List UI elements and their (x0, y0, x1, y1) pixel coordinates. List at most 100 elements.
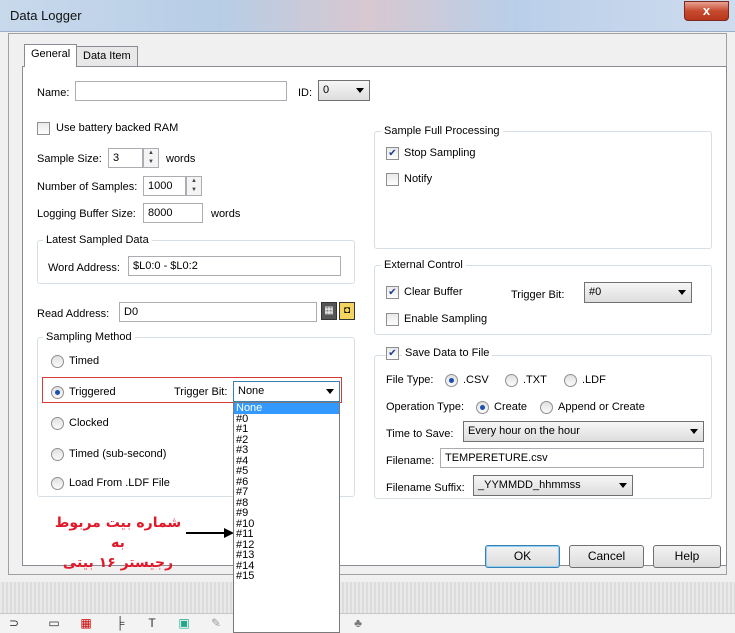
clear-buffer-label: Clear Buffer (404, 286, 463, 298)
trigger-bit-select[interactable]: None (233, 381, 340, 402)
csv-radio[interactable] (445, 374, 458, 387)
notify-checkbox[interactable] (386, 173, 399, 186)
external-control-title: External Control (381, 259, 466, 271)
time-to-save-label: Time to Save: (386, 428, 454, 440)
num-samples-spinner[interactable]: ▲ ▼ (186, 176, 202, 196)
timed-label: Timed (69, 355, 100, 367)
num-samples-label: Number of Samples: (37, 181, 138, 193)
dropdown-option[interactable]: #9 (234, 508, 339, 519)
stop-sampling-checkbox[interactable]: ✔ (386, 147, 399, 160)
battery-label: Use battery backed RAM (56, 122, 179, 134)
battery-checkbox[interactable] (37, 122, 50, 135)
save-data-title: Save Data to File (402, 347, 493, 359)
toolbar (0, 613, 735, 633)
dropdown-option[interactable]: #15 (234, 571, 339, 582)
id-select[interactable]: 0 (318, 80, 370, 101)
txt-label: .TXT (523, 374, 547, 386)
ext-trigger-bit-label: Trigger Bit: (511, 289, 565, 301)
window-title: Data Logger (10, 8, 82, 23)
word-address-label: Word Address: (48, 262, 120, 274)
table-icon[interactable]: ▦ (78, 616, 94, 631)
notify-label: Notify (404, 173, 433, 185)
brush-tool-icon[interactable]: ✎ (208, 616, 224, 631)
csv-label: .CSV (463, 374, 489, 386)
dropdown-option[interactable]: #13 (234, 550, 339, 561)
annotation-line-1: شماره بیت مربوط به (54, 515, 182, 551)
arrow-tool-icon[interactable]: ⊃ (6, 616, 22, 631)
enable-sampling-checkbox[interactable] (386, 313, 399, 326)
dropdown-option[interactable]: #1 (234, 424, 339, 435)
timed-radio[interactable] (51, 355, 64, 368)
title-bar (0, 0, 735, 32)
chevron-down-icon (356, 88, 364, 93)
triggered-radio[interactable] (51, 386, 64, 399)
sample-size-label: Sample Size: (37, 153, 102, 165)
dropdown-option[interactable]: #3 (234, 445, 339, 456)
cancel-button[interactable]: Cancel (569, 545, 644, 568)
load-ldf-radio[interactable] (51, 477, 64, 490)
trigger-bit-dropdown-list[interactable]: None #0 #1 #2 #3 #4 #5 #6 #7 #8 #9 #10 #11 #12 #13 #14 #… (233, 402, 340, 633)
keypad-icon[interactable]: ▦ (321, 302, 337, 320)
dropdown-option[interactable]: #2 (234, 434, 339, 446)
name-label: Name: (37, 87, 70, 99)
ext-trigger-bit-value: #0 (589, 286, 602, 298)
enable-sampling-label: Enable Sampling (404, 313, 488, 325)
ldf-label: .LDF (582, 374, 606, 386)
dropdown-option[interactable]: #6 (234, 476, 339, 488)
trigger-bit-label: Trigger Bit: (174, 386, 228, 398)
chevron-down-icon (678, 290, 686, 295)
filename-suffix-select[interactable]: _YYMMDD_hhmmss (473, 475, 633, 496)
time-to-save-select[interactable]: Every hour on the hour (463, 421, 704, 442)
read-address-input[interactable]: D0 (119, 302, 317, 322)
tab-general[interactable]: General (24, 44, 78, 67)
dropdown-option[interactable]: #4 (234, 455, 339, 467)
filename-label: Filename: (386, 455, 435, 467)
time-to-save-value: Every hour on the hour (468, 425, 580, 437)
dropdown-option[interactable]: #5 (234, 466, 339, 477)
help-button[interactable]: Help (653, 545, 721, 568)
clear-buffer-checkbox[interactable]: ✔ (386, 286, 399, 299)
filename-input[interactable]: TEMPERETURE.csv (440, 448, 704, 468)
clocked-radio[interactable] (51, 417, 64, 430)
text-tool-icon[interactable]: T (144, 616, 160, 631)
timed-subsecond-radio[interactable] (51, 448, 64, 461)
latest-sampled-title: Latest Sampled Data (43, 234, 152, 246)
dropdown-option[interactable]: #0 (234, 413, 339, 425)
dropdown-option[interactable]: #11 (234, 529, 339, 540)
close-button[interactable]: x (684, 1, 729, 21)
filename-suffix-label: Filename Suffix: (386, 482, 465, 494)
annotation-arrow-icon (186, 528, 234, 538)
operation-type-label: Operation Type: (386, 401, 465, 413)
image-tool-icon[interactable]: ▣ (176, 616, 192, 631)
num-samples-input[interactable]: 1000 (143, 176, 186, 196)
address-picker-icon[interactable]: ◘ (339, 302, 355, 320)
append-radio[interactable] (540, 401, 553, 414)
bar-icon[interactable]: ╞ (112, 616, 128, 631)
clocked-label: Clocked (69, 417, 109, 429)
tree-tool-icon[interactable]: ♣ (350, 616, 366, 631)
dropdown-option[interactable]: None (234, 403, 339, 414)
dropdown-option[interactable]: #7 (234, 487, 339, 498)
create-radio[interactable] (476, 401, 489, 414)
create-label: Create (494, 401, 528, 413)
dropdown-option[interactable]: #8 (234, 497, 339, 509)
txt-radio[interactable] (505, 374, 518, 387)
buffer-size-input[interactable]: 8000 (143, 203, 203, 223)
triggered-label: Triggered (69, 386, 116, 398)
annotation-line-2: رجیستر ۱۶ بیتی (62, 555, 174, 571)
load-ldf-label: Load From .LDF File (69, 477, 170, 489)
ldf-radio[interactable] (564, 374, 577, 387)
chevron-down-icon (326, 389, 334, 394)
timed-subsecond-label: Timed (sub-second) (69, 448, 167, 460)
filename-suffix-value: _YYMMDD_hhmmss (478, 479, 581, 491)
file-type-label: File Type: (386, 374, 434, 386)
chevron-down-icon (690, 429, 698, 434)
sample-size-input[interactable]: 3 (108, 148, 143, 168)
tab-data-item[interactable]: Data Item (76, 46, 138, 66)
save-data-checkbox[interactable]: ✔ (386, 347, 399, 360)
ok-button[interactable]: OK (485, 545, 560, 568)
sample-size-spinner[interactable]: ▲ ▼ (143, 148, 159, 168)
shape-tool-icon[interactable]: ▭ (46, 616, 62, 631)
ext-trigger-bit-select[interactable]: #0 (584, 282, 692, 303)
name-input[interactable] (75, 81, 287, 101)
